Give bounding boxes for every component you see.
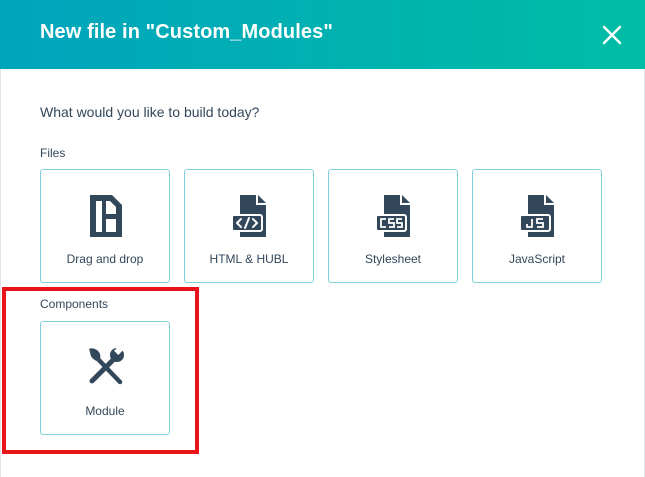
- dialog-header: New file in "Custom_Modules": [0, 0, 645, 69]
- html-hubl-label: HTML & HUBL: [209, 252, 289, 266]
- drag-and-drop-card[interactable]: Drag and drop: [40, 169, 170, 283]
- new-file-dialog: New file in "Custom_Modules" What would …: [0, 0, 645, 477]
- dialog-title: New file in "Custom_Modules": [40, 21, 333, 43]
- build-prompt: What would you like to build today?: [40, 104, 260, 120]
- css-file-icon: [374, 192, 414, 240]
- js-file-icon: [518, 192, 558, 240]
- module-card[interactable]: Module: [40, 321, 170, 435]
- javascript-label: JavaScript: [508, 252, 566, 266]
- html-code-file-icon: [230, 192, 270, 240]
- drag-and-drop-layout-icon: [86, 192, 126, 240]
- module-label: Module: [85, 404, 125, 418]
- close-button[interactable]: [599, 22, 625, 48]
- brush-and-wrench-icon: [86, 344, 126, 392]
- html-hubl-card[interactable]: HTML & HUBL: [184, 169, 314, 283]
- stylesheet-label: Stylesheet: [364, 252, 422, 266]
- components-section-label: Components: [40, 297, 109, 311]
- close-icon: [602, 25, 622, 45]
- drag-and-drop-label: Drag and drop: [66, 252, 144, 266]
- files-section-label: Files: [40, 146, 66, 160]
- javascript-card[interactable]: JavaScript: [472, 169, 602, 283]
- stylesheet-card[interactable]: Stylesheet: [328, 169, 458, 283]
